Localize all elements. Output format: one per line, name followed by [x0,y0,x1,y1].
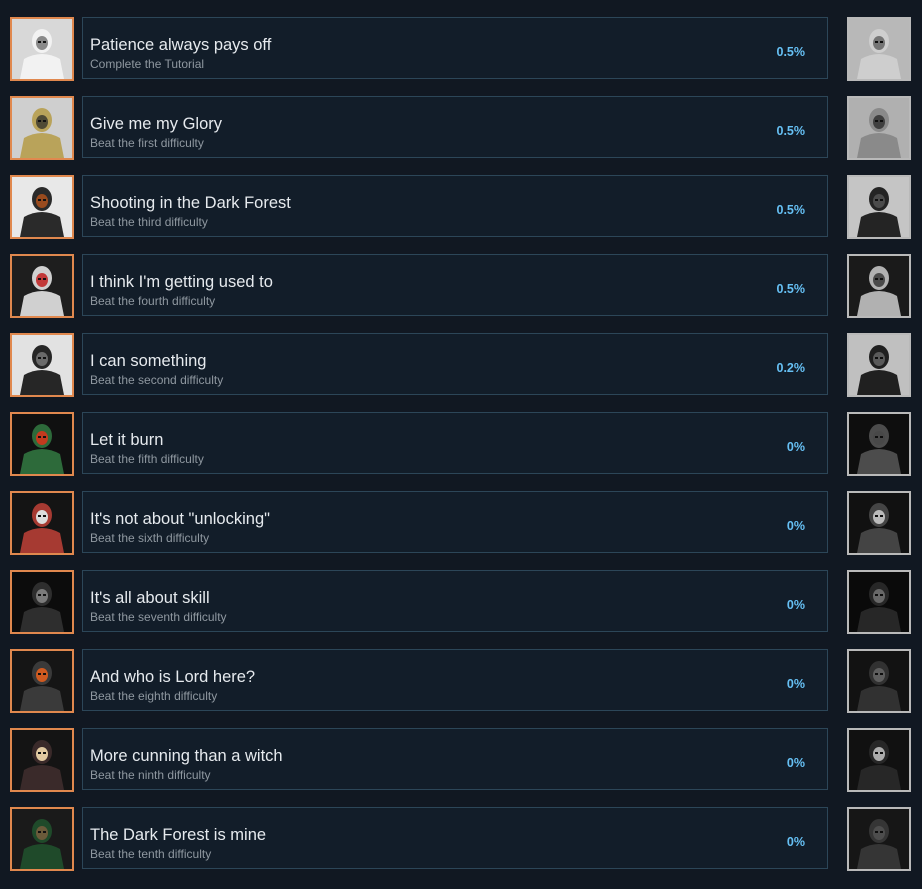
achievement-unlock-percent: 0% [786,440,805,454]
achievement-icon-unlocked [10,412,74,476]
achievement-icon-unlocked [10,175,74,239]
achievement-unlock-percent: 0.5% [776,45,806,59]
fire-wizard-icon [12,414,72,474]
horned-skeleton-icon [849,256,909,316]
achievement-description: Beat the seventh difficulty [90,610,227,624]
achievement-row[interactable]: It's all about skill Beat the seventh di… [0,570,922,634]
achievement-unlock-percent: 0% [786,677,805,691]
witch-icon [12,730,72,790]
achievement-icon-locked [847,96,911,160]
achievement-description: Beat the second difficulty [90,373,224,387]
hooded-archer-icon [849,177,909,237]
achievement-row[interactable]: Give me my Glory Beat the first difficul… [0,96,922,160]
achievement-title: It's all about skill [90,589,210,607]
achievement-description: Beat the third difficulty [90,215,208,229]
shadow-demon-icon [849,572,909,632]
achievement-unlock-percent: 0.5% [776,124,806,138]
achievement-row[interactable]: Shooting in the Dark Forest Beat the thi… [0,175,922,239]
achievement-unlock-percent: 0.5% [776,203,806,217]
achievement-description: Beat the ninth difficulty [90,768,211,782]
achievement-row[interactable]: The Dark Forest is mine Beat the tenth d… [0,807,922,871]
achievement-card: And who is Lord here? Beat the eighth di… [82,649,828,711]
golden-knight-icon [849,98,909,158]
hooded-archer-icon [12,177,72,237]
achievement-unlock-percent: 0% [786,519,805,533]
dark-forest-icon [849,809,909,869]
achievement-description: Beat the tenth difficulty [90,847,212,861]
achievement-description: Complete the Tutorial [90,57,205,71]
vampire-lord-icon [12,493,72,553]
achievement-icon-unlocked [10,728,74,792]
achievement-icon-locked [847,412,911,476]
achievement-unlock-percent: 0.2% [776,361,806,375]
achievement-description: Beat the eighth difficulty [90,689,218,703]
achievement-row[interactable]: It's not about "unlocking" Beat the sixt… [0,491,922,555]
achievement-row[interactable]: More cunning than a witch Beat the ninth… [0,728,922,792]
achievement-icon-unlocked [10,491,74,555]
golden-knight-icon [12,98,72,158]
achievement-row[interactable]: I can something Beat the second difficul… [0,333,922,397]
achievement-card: It's all about skill Beat the seventh di… [82,570,828,632]
achievement-card: Give me my Glory Beat the first difficul… [82,96,828,158]
achievement-title: Give me my Glory [90,115,223,133]
achievement-description: Beat the fourth difficulty [90,294,216,308]
achievement-title: I think I'm getting used to [90,273,273,291]
achievement-icon-unlocked [10,570,74,634]
achievement-unlock-percent: 0.5% [776,282,806,296]
achievement-description: Beat the sixth difficulty [90,531,210,545]
achievement-icon-unlocked [10,96,74,160]
achievement-row[interactable]: I think I'm getting used to Beat the fou… [0,254,922,318]
achievement-icon-unlocked [10,17,74,81]
achievement-title: The Dark Forest is mine [90,826,267,844]
achievement-icon-locked [847,17,911,81]
crowned-lich-icon [849,651,909,711]
achievement-icon-locked [847,491,911,555]
achievement-card: I can something Beat the second difficul… [82,333,828,395]
achievement-unlock-percent: 0% [786,756,805,770]
achievement-title: It's not about "unlocking" [90,510,270,528]
dark-knight-sword-icon [12,335,72,395]
skeleton-knight-icon [849,19,909,79]
achievement-title: Patience always pays off [90,36,272,54]
achievement-icon-unlocked [10,649,74,713]
achievement-row[interactable]: And who is Lord here? Beat the eighth di… [0,649,922,713]
horned-skeleton-icon [12,256,72,316]
fire-wizard-icon [849,414,909,474]
achievement-unlock-percent: 0% [786,835,805,849]
achievement-unlock-percent: 0% [786,598,805,612]
achievement-row[interactable]: Patience always pays off Complete the Tu… [0,17,922,81]
achievement-icon-unlocked [10,333,74,397]
achievement-title: And who is Lord here? [90,668,256,686]
achievement-title: Let it burn [90,431,164,449]
achievement-card: Shooting in the Dark Forest Beat the thi… [82,175,828,237]
achievement-title: More cunning than a witch [90,747,283,765]
witch-icon [849,730,909,790]
achievement-icon-locked [847,254,911,318]
achievement-card: I think I'm getting used to Beat the fou… [82,254,828,316]
achievement-card: It's not about "unlocking" Beat the sixt… [82,491,828,553]
achievement-icon-locked [847,570,911,634]
achievement-icon-locked [847,649,911,713]
achievement-icon-locked [847,333,911,397]
achievement-row[interactable]: Let it burn Beat the fifth difficulty 0% [0,412,922,476]
achievement-title: Shooting in the Dark Forest [90,194,291,212]
achievement-card: Patience always pays off Complete the Tu… [82,17,828,79]
achievement-card: Let it burn Beat the fifth difficulty 0% [82,412,828,474]
achievement-icon-unlocked [10,254,74,318]
dark-knight-sword-icon [849,335,909,395]
achievement-icon-unlocked [10,807,74,871]
shadow-demon-icon [12,572,72,632]
skeleton-knight-icon [12,19,72,79]
achievement-title: I can something [90,352,207,370]
dark-forest-icon [12,809,72,869]
crowned-lich-icon [12,651,72,711]
achievement-description: Beat the first difficulty [90,136,204,150]
achievement-icon-locked [847,175,911,239]
achievement-icon-locked [847,807,911,871]
achievement-icon-locked [847,728,911,792]
vampire-lord-icon [849,493,909,553]
achievement-description: Beat the fifth difficulty [90,452,204,466]
achievement-card: More cunning than a witch Beat the ninth… [82,728,828,790]
achievement-card: The Dark Forest is mine Beat the tenth d… [82,807,828,869]
